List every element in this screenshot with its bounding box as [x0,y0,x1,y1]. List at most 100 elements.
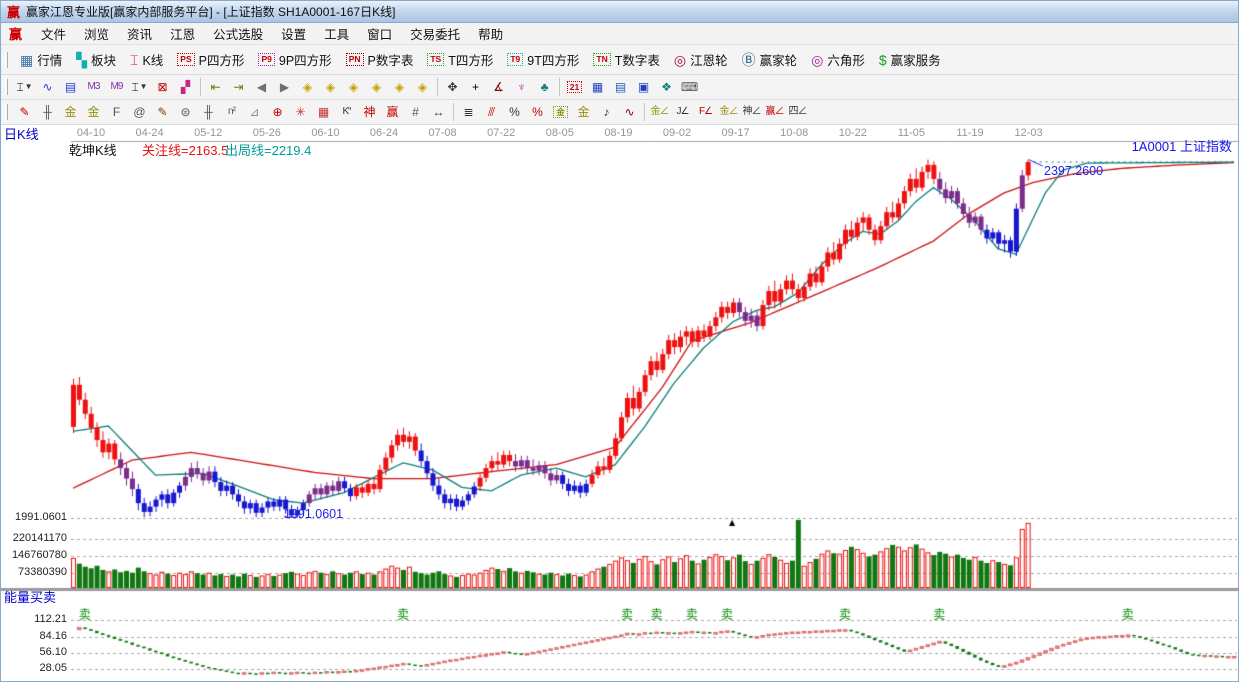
menu-item-8[interactable]: 窗口 [358,23,401,44]
tool-button-shen-grid[interactable]: 神 [358,102,381,123]
tool-button-next-screen[interactable]: ▶ [273,77,296,98]
toolbar-separator [200,78,201,96]
toolbar-button-p-square[interactable]: PSP四方形 [170,48,251,71]
tool-button-expand-horizontal[interactable]: ◈ [319,77,342,98]
tool-button-wave-ruler[interactable]: ∿ [618,102,641,123]
menu-item-10[interactable]: 帮助 [469,23,512,44]
toolbar-button-winner-wheel[interactable]: Ⓑ赢家轮 [735,48,805,71]
tool-button-calendar[interactable]: 21 [563,77,586,98]
tool-button-save[interactable]: ▣ [632,77,655,98]
tool-button-grid-target[interactable]: ▦ [312,102,335,123]
tool-button-info-panel[interactable]: ▤ [59,77,82,98]
menu-item-6[interactable]: 设置 [272,23,315,44]
tool-button-hand-drag[interactable]: ✥ [441,77,464,98]
tool-button-pen-tool-2[interactable]: ✎ [151,102,174,123]
legend-exit-line: 出局线=2219.4 [225,144,311,158]
toolbar-button-kline[interactable]: ⌶K线 [123,48,170,71]
tool-button-gann-angle-gold-2[interactable]: 金∠ [717,102,740,123]
tool-button-gann-angle-four[interactable]: 四∠ [786,102,809,123]
tool-button-network-share[interactable]: ❖ [655,77,678,98]
tool-button-swap-horizontal[interactable]: ◈ [342,77,365,98]
menu-item-9[interactable]: 交易委托 [401,23,469,44]
tool-button-stats-column[interactable]: ≣ [457,102,480,123]
toolbar-button-t-square[interactable]: TST四方形 [420,48,500,71]
tool-button-prev-screen[interactable]: ◀ [250,77,273,98]
tool-button-gann-grid[interactable]: ╫ [36,102,59,123]
menu-item-1[interactable]: 文件 [32,23,75,44]
tool-button-first-screen[interactable]: ⇤ [204,77,227,98]
t-number-table-label: T数字表 [615,50,660,69]
tool-button-win-grid[interactable]: 赢 [381,102,404,123]
tool-button-gann-star[interactable]: ✳ [289,102,312,123]
tool-button-width-measure[interactable]: ↔ [427,102,450,123]
tool-button-period-selector[interactable]: ⌶▼ [13,77,36,98]
tool-button-n-square[interactable]: n² [220,102,243,123]
tool-button-gann-circle-cross[interactable]: ⊕ [266,102,289,123]
toolbar-separator [453,103,454,121]
pen-tool-2-icon: ✎ [157,106,167,118]
tool-button-trend-curve[interactable]: ∿ [36,77,59,98]
tool-button-gann-tool-teal[interactable]: ♣ [533,77,556,98]
menu-item-5[interactable]: 公式选股 [204,23,272,44]
date-tick: 09-02 [654,127,700,139]
tool-button-circle-grid[interactable]: ⊜ [174,102,197,123]
percent-ruler-icon: ⫻ [488,106,495,118]
tool-button-calculator[interactable]: ▦ [586,77,609,98]
toolbar-button-winner-service[interactable]: $赢家服务 [872,48,948,71]
last-screen-icon: ⇥ [233,81,243,93]
single-candle-icon: ⌶ [131,81,138,93]
tool-button-golden-lines[interactable]: 金 [572,102,595,123]
tool-button-notes[interactable]: ▤ [609,77,632,98]
tool-button-single-candle[interactable]: ⌶▼ [128,77,151,98]
tool-button-fibonacci-grid[interactable]: F [105,102,128,123]
tool-button-full-view[interactable]: ◈ [411,77,434,98]
tool-button-compress-view[interactable]: ◈ [365,77,388,98]
toolbar-button-t-number-table[interactable]: TNT数字表 [586,48,666,71]
toolbar-button-quote-table[interactable]: ▦行情 [13,48,69,71]
menu-item-4[interactable]: 江恩 [161,23,204,44]
tool-button-crosshair[interactable]: + [464,77,487,98]
tool-button-percent-line[interactable]: % [526,102,549,123]
save-icon: ▣ [638,81,649,93]
tool-button-golden-grid-2[interactable]: 金 [82,102,105,123]
tool-button-three-bar-pattern[interactable]: M3 [82,77,105,98]
toolbar-button-gann-wheel[interactable]: ◎江恩轮 [667,48,735,71]
tool-button-last-screen[interactable]: ⇥ [227,77,250,98]
tool-button-pen-tool[interactable]: ✎ [13,102,36,123]
tool-button-number-grid[interactable]: # [404,102,427,123]
tool-button-k-prime[interactable]: K“ [335,102,358,123]
tool-button-angle-measure[interactable]: ∡ [487,77,510,98]
tool-button-melody-tool[interactable]: ♪ [595,102,618,123]
menu-item-3[interactable]: 资讯 [118,23,161,44]
tool-button-percent-tool[interactable]: % [503,102,526,123]
tool-button-gann-tool-purple[interactable]: ♆ [510,77,533,98]
tool-button-gann-angle-f[interactable]: F∠ [694,102,717,123]
menu-item-7[interactable]: 工具 [315,23,358,44]
trend-curve-icon: ∿ [42,81,52,93]
tool-button-nine-bar-pattern[interactable]: M9 [105,77,128,98]
tool-button-golden-circle[interactable]: 金 [549,102,572,123]
tool-button-spiral-tool[interactable]: @ [128,102,151,123]
date-tick: 10-22 [830,127,876,139]
tool-button-gann-angle-j[interactable]: J∠ [671,102,694,123]
toolbar-button-hexagon[interactable]: ◎六角形 [804,48,872,71]
toolbar-button-p-number-table[interactable]: PNP数字表 [339,48,421,71]
tool-button-qiankun-kline[interactable]: ⊠ [151,77,174,98]
tool-button-angle-ruler[interactable]: ⊿ [243,102,266,123]
toolbar-button-nine-t-square[interactable]: T99T四方形 [500,48,586,71]
tool-button-gann-angle-shen[interactable]: 神∠ [740,102,763,123]
gann-tool-purple-icon: ♆ [517,81,526,93]
tool-button-bar-grid[interactable]: ╫ [197,102,220,123]
tool-button-remote-computer[interactable]: ⌨ [678,77,701,98]
tool-button-percent-ruler[interactable]: ⫻ [480,102,503,123]
tool-button-gann-angle-gold[interactable]: 金∠ [648,102,671,123]
tool-button-shrink-horizontal[interactable]: ◈ [296,77,319,98]
tool-button-distribution-chart[interactable]: ▞ [174,77,197,98]
tool-button-gann-angle-win[interactable]: 赢∠ [763,102,786,123]
winner-service-icon: $ [879,53,887,67]
menu-item-2[interactable]: 浏览 [75,23,118,44]
toolbar-button-nine-p-square[interactable]: P99P四方形 [251,48,338,71]
tool-button-expand-view[interactable]: ◈ [388,77,411,98]
toolbar-button-sectors[interactable]: ▚板块 [69,48,123,71]
tool-button-golden-grid-1[interactable]: 金 [59,102,82,123]
